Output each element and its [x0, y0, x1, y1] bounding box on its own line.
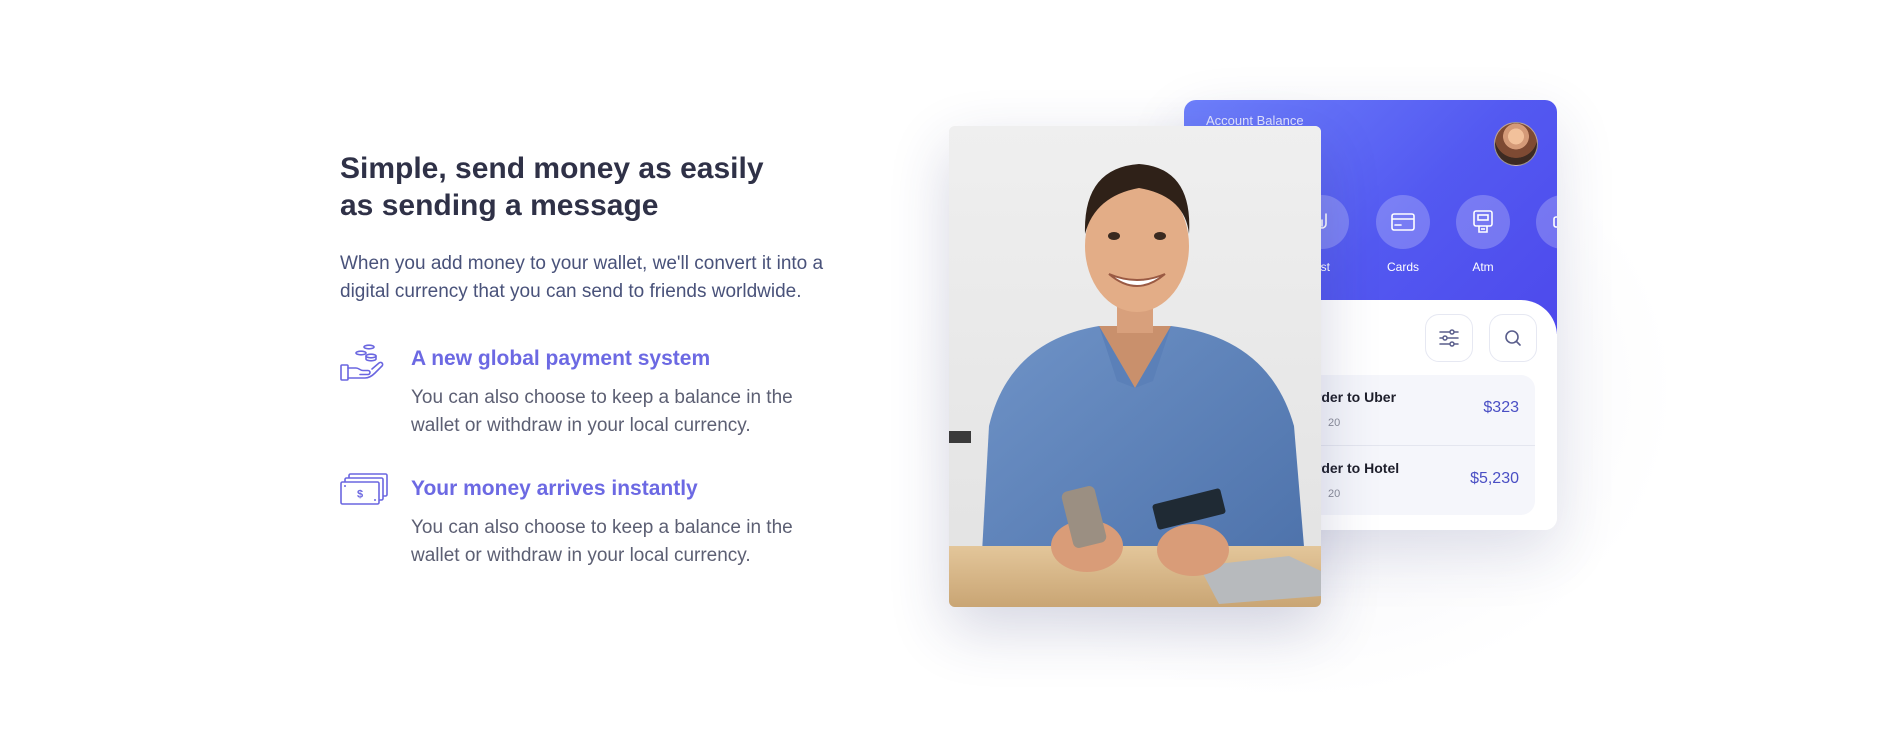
feature-title: A new global payment system — [411, 347, 711, 370]
quick-action-loan[interactable]: Lo — [1523, 195, 1557, 274]
avatar[interactable] — [1494, 122, 1538, 166]
feature-title: Your money arrives instantly — [411, 477, 698, 500]
feature-item: A new global payment system You can also… — [340, 343, 860, 440]
hero-section: Simple, send money as easily as sending … — [340, 150, 860, 570]
feature-item: $ Your money arrives instantly You can a… — [340, 473, 860, 570]
quick-action-label: Cards — [1386, 260, 1419, 274]
hero-headline-line2: as sending a message — [340, 189, 659, 222]
card-icon — [1376, 195, 1430, 249]
quick-action-atm[interactable]: Atm — [1443, 195, 1523, 274]
feature-text: You can also choose to keep a balance in… — [411, 387, 793, 436]
quick-action-cards[interactable]: Cards — [1363, 195, 1443, 274]
man-with-phone-photo — [949, 126, 1321, 607]
transaction-date: 20 — [1328, 488, 1341, 500]
hero-headline: Simple, send money as easily as sending … — [340, 150, 860, 224]
transaction-amount: $323 — [1483, 399, 1519, 416]
feature-text: You can also choose to keep a balance in… — [411, 517, 793, 566]
filter-button[interactable] — [1425, 314, 1473, 362]
hand-coins-icon — [340, 343, 386, 383]
search-button[interactable] — [1489, 314, 1537, 362]
search-icon — [1505, 330, 1521, 346]
loan-icon — [1536, 195, 1557, 249]
svg-text:$: $ — [357, 489, 363, 501]
hero-intro: When you add money to your wallet, we'll… — [340, 253, 824, 302]
quick-action-label: Atm — [1472, 260, 1494, 274]
sliders-icon — [1439, 329, 1459, 347]
quick-action-label: Lo — [1523, 260, 1557, 274]
transaction-date: 20 — [1328, 417, 1341, 429]
hero-headline-line1: Simple, send money as easily — [340, 152, 764, 185]
atm-icon — [1456, 195, 1510, 249]
transaction-amount: $5,230 — [1470, 470, 1519, 487]
banknotes-icon: $ — [340, 473, 388, 513]
